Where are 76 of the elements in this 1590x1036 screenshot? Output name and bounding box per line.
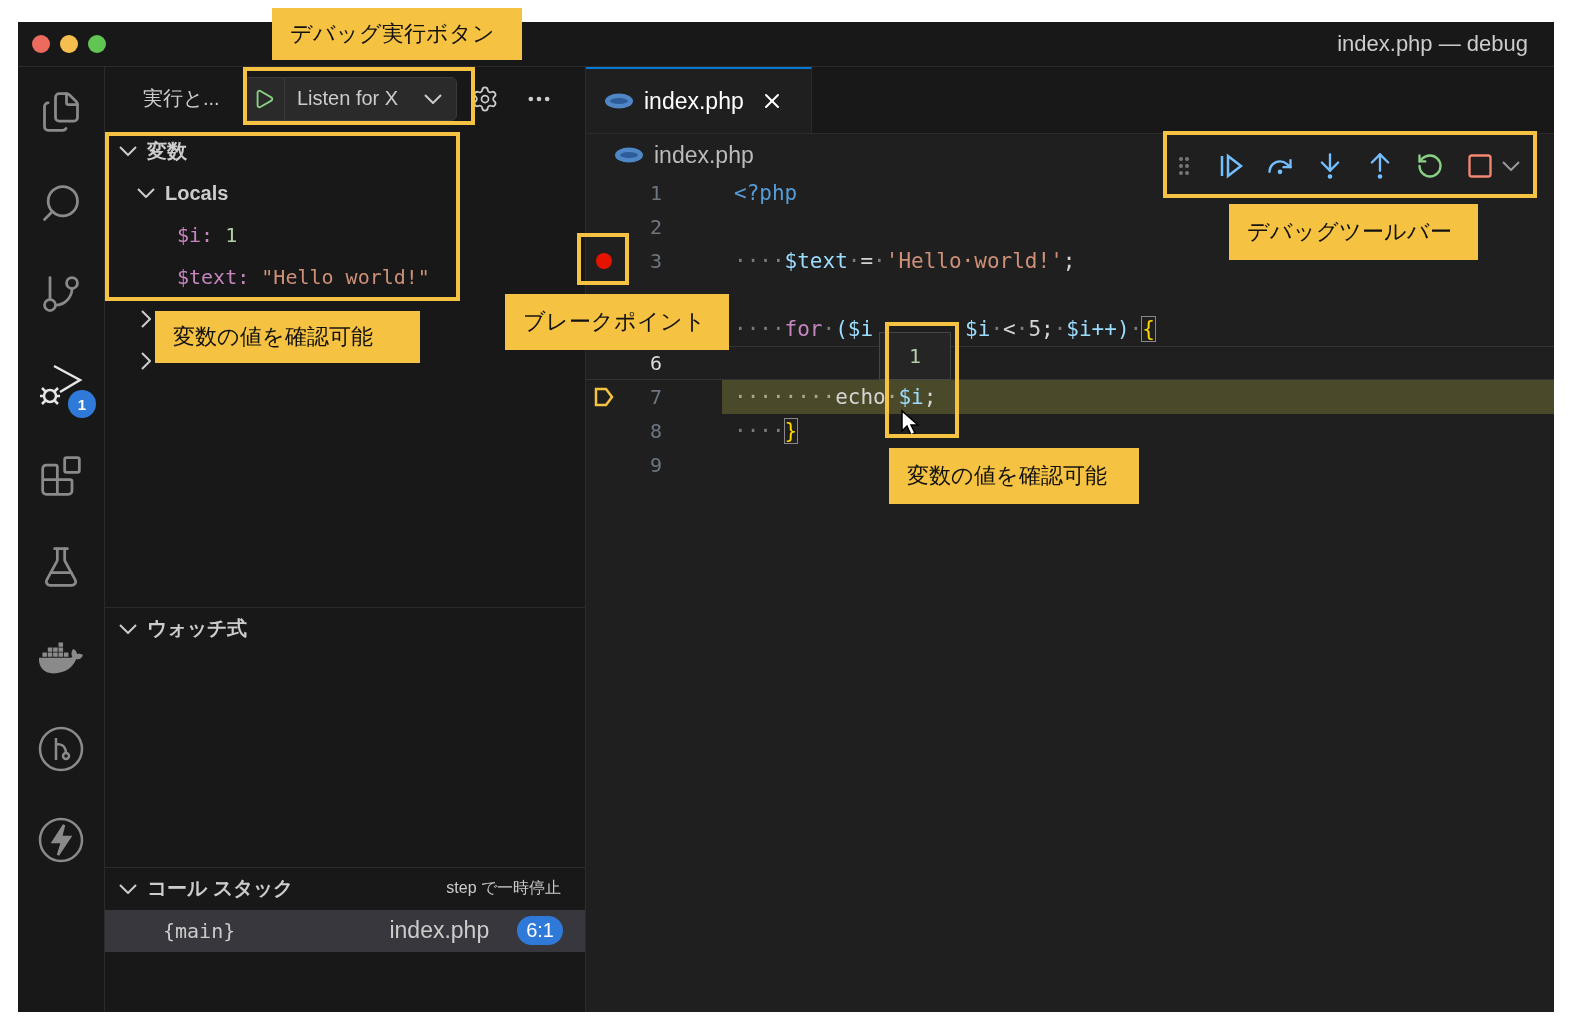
callout-label: 変数の値を確認可能 <box>889 448 1139 504</box>
stop-icon[interactable] <box>1466 152 1494 180</box>
code-token: 'Hello·world!' <box>885 249 1063 273</box>
line-number: 3 <box>649 249 662 273</box>
code-token: <?php <box>734 181 798 205</box>
stack-frame[interactable]: {main} index.php 6:1 <box>105 909 585 952</box>
code-token: < <box>1003 317 1016 341</box>
variable-entry[interactable]: $text: "Hello world!" <box>177 265 430 290</box>
php-icon <box>614 147 644 163</box>
highlight-frame <box>577 233 629 285</box>
code-token: echo <box>835 385 886 409</box>
continue-icon[interactable] <box>1218 153 1244 179</box>
editor-tab[interactable]: index.php <box>586 67 812 133</box>
callout-label: ブレークポイント <box>505 294 729 350</box>
whitespace-marker: · <box>885 385 899 409</box>
code-token: $text <box>784 249 848 273</box>
whitespace-marker: · <box>1053 317 1067 341</box>
chevron-down-icon[interactable] <box>119 146 137 157</box>
line-number: 1 <box>649 181 662 205</box>
section-title[interactable]: ウォッチ式 <box>147 615 247 643</box>
section-title[interactable]: 変数 <box>147 137 187 165</box>
code-token: ; <box>1062 249 1076 273</box>
line-number: 9 <box>649 453 662 477</box>
code-token: ($i <box>835 317 874 341</box>
pause-status: step で一時停止 <box>446 878 561 899</box>
code-token: ; <box>923 385 937 409</box>
lightning-circle-icon[interactable] <box>38 817 84 863</box>
mouse-cursor-icon <box>900 409 920 437</box>
chevron-right-icon[interactable] <box>141 310 151 329</box>
code-token: { <box>1142 317 1155 341</box>
sidebar-title: 実行と... <box>143 86 221 112</box>
chevron-down-icon[interactable] <box>119 883 137 894</box>
line-number: 8 <box>649 419 662 443</box>
whitespace-marker: · <box>1129 317 1143 341</box>
callout-label: デバッグ実行ボタン <box>272 8 522 60</box>
line-number: 7 <box>649 385 662 409</box>
extensions-icon[interactable] <box>39 454 83 498</box>
code-token: $i <box>898 385 924 409</box>
window-title: index.php — debug <box>1337 31 1528 57</box>
hover-value-popup: 1 <box>879 332 951 380</box>
whitespace-marker: ···· <box>734 419 785 443</box>
callout-label: 変数の値を確認可能 <box>155 311 420 363</box>
code-token: $i++) <box>1066 317 1130 341</box>
variable-entry[interactable]: $i: 1 <box>177 223 238 248</box>
code-token: = <box>860 249 874 273</box>
code-token: } <box>784 419 798 443</box>
line-number: 6 <box>649 351 662 375</box>
whitespace-marker: · <box>873 249 886 273</box>
breadcrumb[interactable]: index.php <box>654 141 754 169</box>
code-token: for <box>784 317 823 341</box>
minimize-window-icon[interactable] <box>60 35 78 53</box>
scope-label[interactable]: Locals <box>165 181 229 205</box>
debug-pointer-icon <box>593 386 615 408</box>
whitespace-marker: · <box>847 249 861 273</box>
code-token: $i <box>965 317 991 341</box>
callout-label: デバッグツールバー <box>1229 204 1478 260</box>
restart-icon[interactable] <box>1416 152 1444 180</box>
breakpoint-icon[interactable] <box>596 253 612 269</box>
chevron-down-icon[interactable] <box>1502 161 1520 171</box>
php-icon <box>604 93 634 109</box>
section-title[interactable]: コール スタック <box>147 875 293 903</box>
line-number: 2 <box>649 215 662 239</box>
chevron-down-icon <box>424 93 442 104</box>
whitespace-marker: ···· <box>734 317 785 341</box>
whitespace-marker: · <box>1015 317 1029 341</box>
count-badge: 1 <box>68 390 96 418</box>
whitespace-marker: ···· <box>734 249 785 273</box>
whitespace-marker: · <box>990 317 1004 341</box>
close-window-icon[interactable] <box>32 35 50 53</box>
zoom-window-icon[interactable] <box>88 35 106 53</box>
chevron-right-icon[interactable] <box>141 352 151 371</box>
code-token: 5; <box>1028 317 1054 341</box>
whitespace-marker: · <box>822 317 836 341</box>
whitespace-marker: ········ <box>734 385 836 409</box>
chevron-down-icon[interactable] <box>137 188 155 199</box>
chevron-down-icon[interactable] <box>119 623 137 634</box>
